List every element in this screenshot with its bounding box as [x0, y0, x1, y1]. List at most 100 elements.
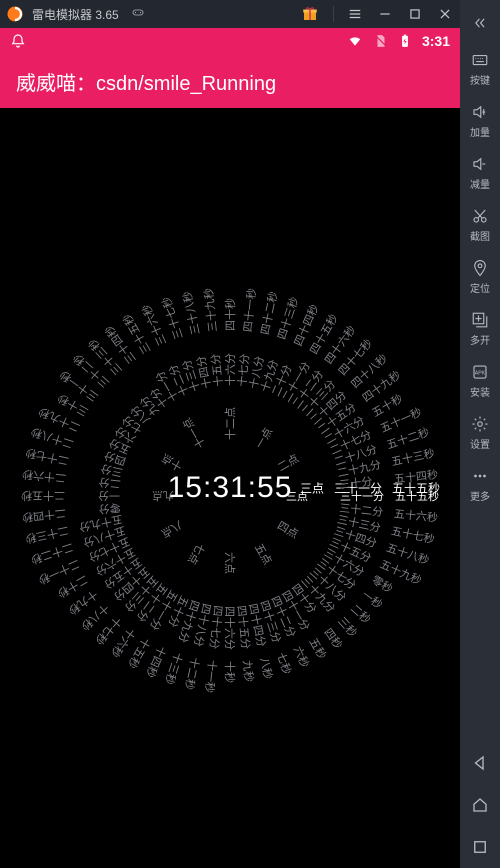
ring-item: 四十七秒	[334, 335, 375, 378]
side-settings-button[interactable]: 设置	[460, 407, 500, 459]
ring-item: 四十一分	[278, 587, 314, 633]
app-header: 威威喵：csdn/smile_Running	[0, 54, 460, 108]
ring-item: 四十分	[288, 580, 320, 616]
ring-item: 十三分	[178, 358, 203, 394]
ring-item: 五十六分	[93, 544, 139, 580]
ring-item: 五分	[106, 435, 133, 459]
ring-item: 六点	[222, 552, 238, 574]
ring-item: 五十五分	[101, 554, 146, 593]
close-button[interactable]	[430, 0, 460, 28]
ring-item: 十四秒	[142, 643, 170, 680]
ring-item: 七分	[119, 412, 146, 438]
ring-item: 十一点	[179, 415, 209, 452]
current-second: 五十五秒	[392, 480, 440, 497]
side-label: 加量	[470, 124, 490, 139]
clock-canvas: 15:31:55 三点 三十一分 五十五秒 一点二点三点四点五点六点七点八点九点…	[0, 108, 460, 868]
gamepad-icon	[129, 8, 147, 20]
side-install-button[interactable]: APK 安装	[460, 355, 500, 407]
ring-item: 十二分	[165, 362, 193, 399]
ring-item: 五点	[251, 540, 276, 567]
location-icon	[471, 259, 489, 277]
ring-item: 五十分	[165, 593, 193, 630]
ring-item: 五秒	[306, 635, 331, 662]
scissors-icon	[471, 207, 489, 225]
ring-item: 二分	[98, 474, 122, 492]
ring-item: 五十四分	[110, 564, 153, 605]
side-more-button[interactable]: 更多	[460, 459, 500, 511]
ring-item: 十六秒	[107, 625, 139, 661]
ring-item: 十六分	[222, 353, 238, 386]
ring-item: 零分	[98, 500, 122, 518]
ring-item: 四十一秒	[239, 287, 260, 332]
gift-icon[interactable]	[301, 5, 319, 23]
ring-item: 十八分	[245, 354, 268, 390]
side-locate-button[interactable]: 定位	[460, 251, 500, 303]
more-icon	[471, 467, 489, 485]
ring-item: 四十五分	[234, 605, 255, 650]
ring-item: 七点	[184, 540, 209, 567]
ring-item: 四分	[102, 448, 128, 470]
ring-item: 五十三秒	[390, 445, 436, 470]
window-title: 雷电模拟器 3.65	[32, 6, 119, 23]
ring-item: 十八秒	[78, 600, 113, 634]
side-collapse-button[interactable]	[460, 6, 500, 43]
ring-item: 三十六秒	[138, 302, 171, 349]
side-label: 更多	[470, 488, 490, 503]
ring-item: 三十六分	[321, 544, 367, 580]
ring-item: 三十五分	[327, 533, 374, 566]
ring-item: 二十七秒	[24, 445, 70, 470]
battery-charge-icon	[398, 32, 412, 50]
ring-item: 十一分	[152, 368, 182, 405]
ring-item: 一点	[251, 424, 276, 451]
ring-item: 四十七分	[206, 605, 227, 650]
android-back-button[interactable]	[460, 742, 500, 784]
ring-item: 三十八分	[306, 564, 349, 605]
ring-item: 三十四秒	[101, 322, 140, 367]
ring-item: 三分	[99, 461, 124, 481]
side-toolbar: 按键 加量 减量 截图 定位 多开 APK 安装 设置 更多	[460, 0, 500, 868]
status-bar: 3:31	[0, 28, 460, 54]
ring-item: 二十二秒	[29, 539, 76, 568]
ring-item: 九秒	[239, 659, 257, 683]
ring-item: 五十二分	[133, 580, 172, 625]
ring-item: 二十六秒	[21, 466, 66, 487]
maximize-button[interactable]	[400, 0, 430, 28]
ring-item: 十七分	[234, 353, 253, 387]
minimize-button[interactable]	[370, 0, 400, 28]
ring-item: 十二秒	[181, 656, 204, 692]
ring-item: 五十九秒	[377, 556, 424, 589]
side-keys-button[interactable]: 按键	[460, 43, 500, 95]
ring-item: 三十七秒	[158, 295, 187, 342]
side-screenshot-button[interactable]: 截图	[460, 199, 500, 251]
side-multi-button[interactable]: 多开	[460, 303, 500, 355]
ring-item: 二十四分	[306, 387, 349, 428]
ring-item: 二十分	[267, 362, 295, 399]
ring-item: 八点	[158, 517, 185, 542]
collapse-icon	[471, 14, 489, 32]
ring-item: 五十一秒	[377, 404, 424, 437]
volume-down-icon	[471, 155, 489, 173]
ring-item: 三十二分	[339, 500, 384, 521]
side-volup-button[interactable]: 加量	[460, 95, 500, 147]
side-voldn-button[interactable]: 减量	[460, 147, 500, 199]
wifi-icon	[346, 34, 364, 48]
android-home-button[interactable]	[460, 784, 500, 826]
ring-item: 八分	[127, 402, 154, 429]
ring-item: 十分	[146, 385, 172, 412]
ring-item: 四十八分	[190, 602, 215, 648]
recent-icon	[471, 838, 489, 856]
digital-time: 15:31:55	[168, 471, 293, 505]
apk-icon: APK	[471, 363, 489, 381]
side-label: 安装	[470, 384, 490, 399]
ring-item: 十三秒	[161, 650, 186, 686]
ring-item: 二十九秒	[36, 404, 83, 437]
menu-button[interactable]	[340, 0, 370, 28]
android-recent-button[interactable]	[460, 826, 500, 868]
side-label: 设置	[470, 436, 490, 451]
ring-item: 三十九秒	[200, 287, 221, 332]
ring-item: 三十一秒	[56, 367, 101, 406]
ring-item: 二十五秒	[21, 488, 65, 504]
ring-item: 二十一分	[278, 359, 314, 405]
ring-item: 二十九分	[336, 456, 382, 481]
ring-item: 四十四秒	[290, 302, 323, 349]
